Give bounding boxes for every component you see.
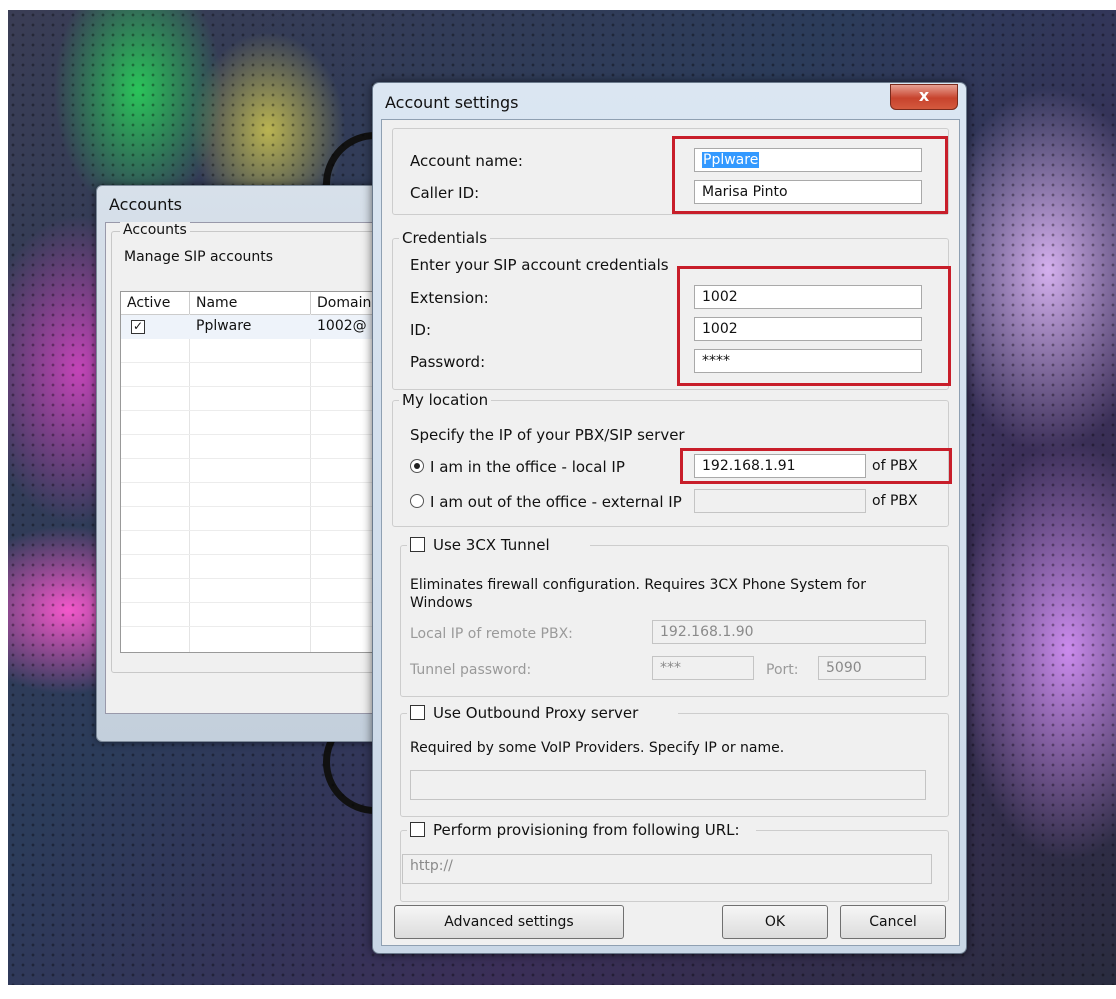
accounts-group-title: Accounts <box>120 222 190 238</box>
credentials-hint: Enter your SIP account credentials <box>410 256 669 274</box>
location-title: My location <box>399 391 492 409</box>
accounts-list[interactable]: Active Name Domain ✓ Pplware 1002@ <box>120 291 392 653</box>
caller-id-label: Caller ID: <box>410 184 480 202</box>
port-input[interactable]: 5090 <box>818 656 926 680</box>
tunnel-description: Eliminates firewall configuration. Requi… <box>410 577 866 611</box>
external-ip-radio[interactable]: I am out of the office - external IP <box>410 493 682 511</box>
highlight-box-credentials <box>677 266 951 386</box>
checkbox-icon <box>410 537 425 552</box>
account-domain-cell: 1002@ <box>317 318 367 334</box>
account-name-label: Account name: <box>410 152 523 170</box>
tunnel-password-input[interactable]: *** <box>652 656 754 680</box>
proxy-input[interactable] <box>410 770 926 800</box>
provisioning-checkbox[interactable]: Perform provisioning from following URL: <box>407 821 756 839</box>
remote-pbx-ip-label: Local IP of remote PBX: <box>410 626 573 642</box>
radio-unselected-icon <box>410 494 424 508</box>
column-header-active[interactable]: Active <box>121 292 190 315</box>
id-label: ID: <box>410 321 432 339</box>
provisioning-url-input[interactable]: http:// <box>402 854 932 884</box>
active-checkbox[interactable]: ✓ <box>131 320 145 334</box>
table-row[interactable]: ✓ Pplware 1002@ <box>121 315 391 339</box>
external-ip-suffix: of PBX <box>872 493 918 509</box>
proxy-groupbox: Use Outbound Proxy server <box>400 704 949 817</box>
external-ip-input[interactable] <box>694 489 866 513</box>
account-name-cell: Pplware <box>196 318 252 334</box>
highlight-box-local-ip <box>680 448 952 484</box>
credentials-title: Credentials <box>399 229 491 247</box>
advanced-settings-button[interactable]: Advanced settings <box>394 905 624 939</box>
checkbox-icon <box>410 822 425 837</box>
remote-pbx-ip-input[interactable]: 192.168.1.90 <box>652 620 926 644</box>
proxy-description: Required by some VoIP Providers. Specify… <box>410 740 785 756</box>
tunnel-password-label: Tunnel password: <box>410 662 532 678</box>
tunnel-checkbox[interactable]: Use 3CX Tunnel <box>407 536 590 554</box>
local-ip-radio[interactable]: I am in the office - local IP <box>410 458 625 476</box>
proxy-checkbox[interactable]: Use Outbound Proxy server <box>407 704 679 722</box>
accounts-window: Accounts Accounts Manage SIP accounts Ac… <box>96 185 392 742</box>
accounts-window-client: Accounts Manage SIP accounts Active Name… <box>105 222 392 714</box>
radio-selected-icon <box>410 459 424 473</box>
checkbox-icon <box>410 705 425 720</box>
port-label: Port: <box>766 662 799 678</box>
dialog-client-area: Account name: Pplware Caller ID: Marisa … <box>381 119 960 946</box>
extension-label: Extension: <box>410 289 489 307</box>
password-label: Password: <box>410 353 486 371</box>
account-settings-dialog: Account settings x Account name: Pplware… <box>372 82 967 954</box>
highlight-box-account <box>672 136 948 214</box>
ok-button[interactable]: OK <box>722 905 828 939</box>
dialog-title: Account settings <box>385 93 519 112</box>
column-header-name[interactable]: Name <box>190 292 311 315</box>
manage-sip-accounts-label: Manage SIP accounts <box>124 249 274 265</box>
accounts-window-title: Accounts <box>109 195 182 214</box>
cancel-button[interactable]: Cancel <box>840 905 946 939</box>
close-button[interactable]: x <box>890 84 958 110</box>
location-hint: Specify the IP of your PBX/SIP server <box>410 426 685 444</box>
